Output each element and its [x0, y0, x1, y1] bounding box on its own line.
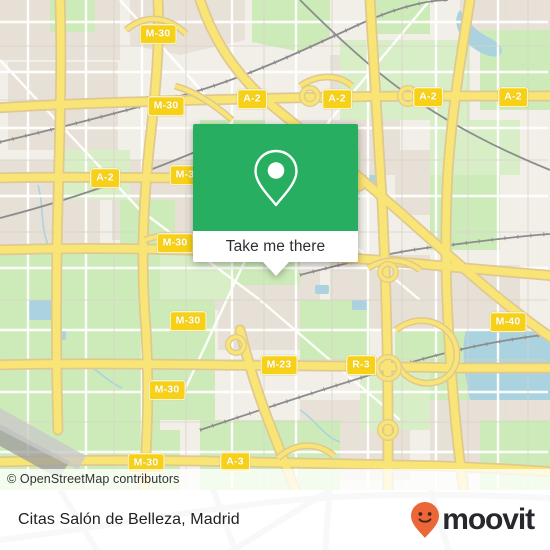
- take-me-there-label: Take me there: [225, 237, 326, 255]
- road-shield: R-3: [346, 355, 376, 375]
- road-shield: A-2: [90, 168, 120, 188]
- road-shield: M-30: [147, 96, 185, 116]
- road-shield: M-30: [139, 24, 177, 44]
- road-shield: A-2: [322, 89, 352, 109]
- location-callout-card[interactable]: Take me there: [193, 124, 358, 276]
- take-me-there-button[interactable]: Take me there: [193, 231, 358, 262]
- road-shield: M-40: [489, 312, 527, 332]
- road-shield: M-30: [169, 311, 207, 331]
- moovit-location-card-screenshot: M-30 A-2 A-2 A-2 A-2 M-30 A-2 M-30 M-30 M-30 M-40 M…: [0, 0, 550, 550]
- moovit-brand[interactable]: moovit: [410, 501, 535, 539]
- map-attribution[interactable]: © OpenStreetMap contributors: [0, 469, 550, 490]
- place-title: Citas Salón de Belleza, Madrid: [18, 511, 240, 528]
- road-shield: M-23: [260, 355, 298, 375]
- callout-pin-area: [193, 124, 358, 231]
- moovit-smiley-pin-icon: [411, 502, 440, 538]
- road-shield: A-2: [413, 87, 443, 107]
- callout-tail: [262, 262, 289, 276]
- road-shield: M-30: [156, 233, 194, 253]
- road-shield: M-30: [148, 380, 186, 400]
- road-shield: A-2: [498, 87, 528, 107]
- map-pin-icon: [253, 149, 298, 206]
- road-shield: A-2: [237, 89, 267, 109]
- moovit-wordmark: moovit: [442, 503, 535, 536]
- footer-bar: Citas Salón de Belleza, Madrid moovit: [0, 490, 550, 550]
